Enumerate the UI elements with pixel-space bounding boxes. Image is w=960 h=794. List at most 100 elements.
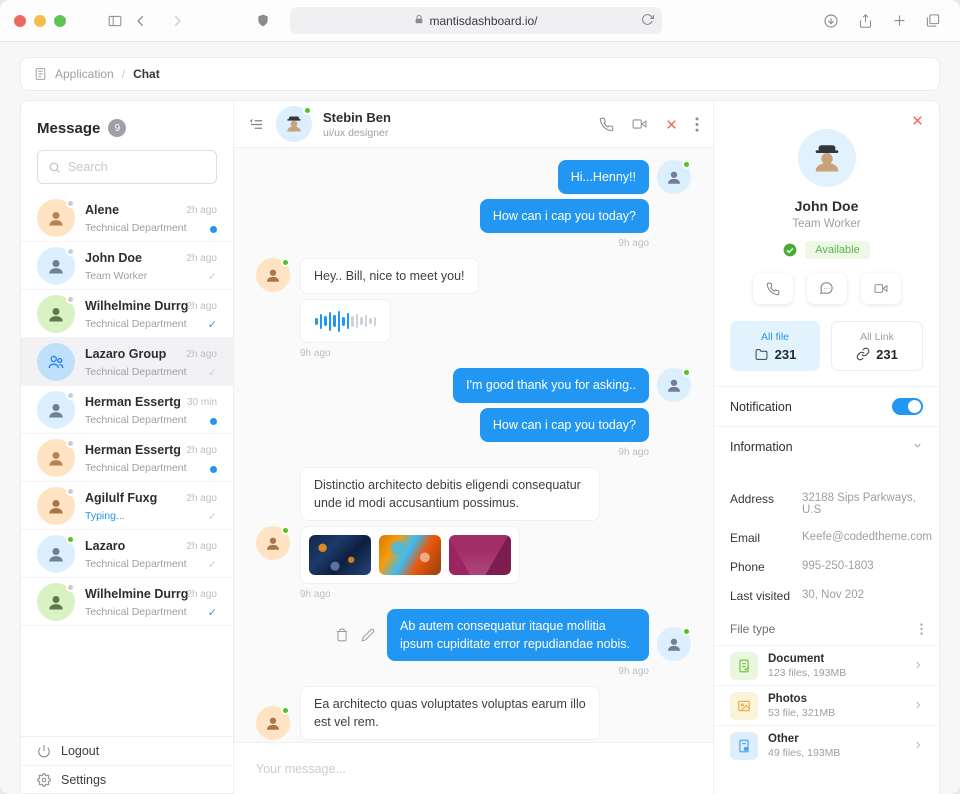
peer-avatar-small [256, 526, 290, 560]
detail-label: Address [730, 492, 802, 516]
avatar [37, 391, 75, 429]
contact-name: Wilhelmine Durrg [85, 587, 188, 601]
logout-icon [37, 744, 51, 758]
profile-call-button[interactable] [753, 273, 793, 304]
file-type-row-photos[interactable]: Photos53 file, 321MB [714, 685, 939, 725]
message-timestamp: 9h ago [256, 666, 649, 677]
message-timestamp: 9h ago [300, 589, 691, 600]
contact-row-john-doe[interactable]: John DoeTeam Worker 2h ago✓ [21, 242, 233, 290]
logout-button[interactable]: Logout [21, 736, 233, 765]
self-avatar [657, 160, 691, 194]
delete-message-icon[interactable] [335, 628, 349, 642]
gear-icon [37, 773, 51, 787]
contact-name: Herman Essertg [85, 443, 181, 457]
downloads-icon[interactable] [818, 8, 844, 34]
lock-icon [414, 14, 424, 28]
profile-video-button[interactable] [861, 273, 901, 304]
file-type-label: Photos [768, 693, 903, 705]
contact-details: Address32188 Sips Parkways, U.S EmailKee… [714, 466, 939, 618]
profile-panel: John Doe Team Worker Available All file [713, 101, 939, 794]
tab-overview-icon[interactable] [920, 8, 946, 34]
contact-row-wilhelmine-durrg[interactable]: Wilhelmine DurrgTechnical Department 2h … [21, 290, 233, 338]
information-row[interactable]: Information [714, 426, 939, 466]
forward-button[interactable] [164, 8, 190, 34]
more-options-icon[interactable] [695, 117, 699, 132]
voice-message[interactable] [300, 299, 391, 343]
application-icon [34, 67, 47, 81]
profile-message-button[interactable] [807, 273, 847, 304]
minimize-window-button[interactable] [34, 15, 46, 27]
notification-label: Notification [730, 400, 792, 414]
browser-window: mantisdashboard.io/ Appli [0, 0, 960, 794]
contact-search[interactable] [37, 150, 217, 184]
profile-name: John Doe [714, 198, 939, 214]
status-badge: Available [805, 241, 869, 259]
all-links-card[interactable]: All Link 231 [831, 321, 923, 371]
outgoing-message: I'm good thank you for asking.. [453, 368, 649, 402]
contact-row-herman-essertg-1[interactable]: Herman EssertgTechnical Department 30 mi… [21, 386, 233, 434]
file-type-menu-icon[interactable] [920, 623, 923, 635]
detail-value: 30, Nov 202 [802, 589, 864, 603]
avatar [37, 439, 75, 477]
file-type-row-other[interactable]: Other49 files, 193MB [714, 725, 939, 765]
breadcrumb-application[interactable]: Application [55, 67, 114, 81]
contact-row-herman-essertg-2[interactable]: Herman EssertgTechnical Department 2h ag… [21, 434, 233, 482]
message-input[interactable] [256, 762, 691, 776]
conversation-list-toggle-icon[interactable] [248, 117, 265, 132]
available-check-icon [783, 243, 797, 257]
message-history[interactable]: Hi...Henny!! How can i cap you today? 9h… [234, 148, 713, 742]
chevron-down-icon [912, 440, 923, 454]
end-chat-icon[interactable] [665, 118, 678, 131]
file-type-row-document[interactable]: Document123 files, 193MB [714, 645, 939, 685]
notification-row: Notification [714, 386, 939, 426]
detail-label: Last visited [730, 589, 802, 603]
back-button[interactable] [128, 8, 154, 34]
profile-role: Team Worker [714, 218, 939, 230]
contact-time: 2h ago [186, 541, 217, 552]
search-icon [48, 161, 61, 174]
attachment-image[interactable] [379, 535, 441, 575]
contact-row-wilhelmine-durrg-2[interactable]: Wilhelmine DurrgTechnical Department 2h … [21, 578, 233, 626]
sidebar-toggle-icon[interactable] [102, 8, 128, 34]
contact-time: 2h ago [186, 445, 217, 456]
app-page: Application / Chat Message 9 [0, 42, 960, 794]
attachment-image[interactable] [309, 535, 371, 575]
all-files-card[interactable]: All file 231 [730, 321, 820, 371]
detail-value: 32188 Sips Parkways, U.S [802, 492, 923, 516]
contact-row-lazaro[interactable]: LazaroTechnical Department 2h ago✓ [21, 530, 233, 578]
edit-message-icon[interactable] [361, 628, 375, 642]
notification-toggle[interactable] [892, 398, 923, 415]
peer-name: Stebin Ben [323, 110, 391, 125]
contact-subtitle: Technical Department [85, 606, 176, 618]
voice-call-icon[interactable] [599, 117, 614, 132]
contact-row-alene[interactable]: AleneTechnical Department 2h ago [21, 194, 233, 242]
message-composer[interactable] [234, 742, 713, 794]
contact-subtitle: Technical Department [85, 318, 176, 330]
close-window-button[interactable] [14, 15, 26, 27]
contact-time: 2h ago [186, 493, 217, 504]
attachment-image[interactable] [449, 535, 511, 575]
new-tab-icon[interactable] [886, 8, 912, 34]
contact-name: Herman Essertg [85, 395, 181, 409]
unread-dot [210, 418, 217, 425]
settings-button[interactable]: Settings [21, 765, 233, 794]
reload-icon[interactable] [641, 13, 654, 29]
video-call-icon[interactable] [631, 117, 648, 131]
detail-value: 995-250-1803 [802, 560, 874, 574]
avatar [37, 295, 75, 333]
contact-row-lazaro-group[interactable]: Lazaro GroupTechnical Department 2h ago✓ [21, 338, 233, 386]
breadcrumb: Application / Chat [20, 57, 940, 91]
share-icon[interactable] [852, 8, 878, 34]
address-bar[interactable]: mantisdashboard.io/ [290, 7, 662, 34]
contact-name: John Doe [85, 251, 142, 265]
unread-dot [210, 226, 217, 233]
peer-avatar [276, 106, 312, 142]
contact-subtitle: Technical Department [85, 414, 177, 426]
close-panel-icon[interactable] [911, 114, 924, 132]
zoom-window-button[interactable] [54, 15, 66, 27]
search-input[interactable] [68, 160, 206, 174]
privacy-shield-icon[interactable] [250, 8, 276, 34]
all-links-label: All Link [860, 331, 894, 343]
contact-row-agilulf-fuxg[interactable]: Agilulf FuxgTyping... 2h ago✓ [21, 482, 233, 530]
folder-icon [754, 348, 769, 361]
